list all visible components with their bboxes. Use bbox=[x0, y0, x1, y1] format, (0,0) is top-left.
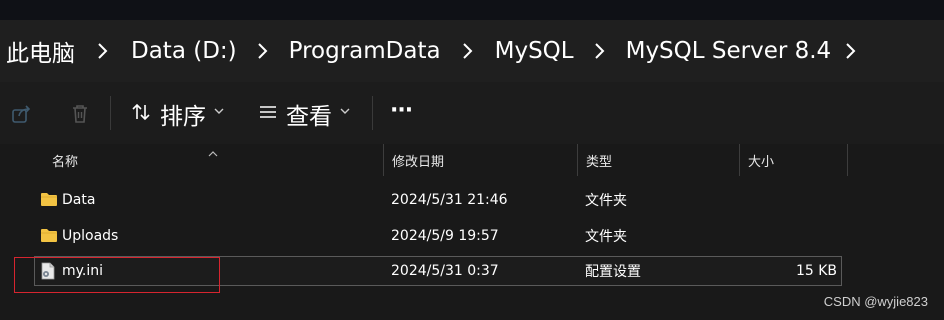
window-top-strip bbox=[0, 0, 944, 20]
chevron-down-icon bbox=[214, 100, 224, 119]
view-list-icon bbox=[258, 102, 278, 126]
more-options-button[interactable]: ··· bbox=[390, 92, 413, 128]
breadcrumb: 此电脑 Data (D:) ProgramData MySQL MySQL Se… bbox=[0, 20, 944, 82]
delete-icon[interactable] bbox=[68, 102, 92, 126]
file-size: 15 KB bbox=[795, 263, 837, 279]
chevron-right-icon[interactable] bbox=[75, 36, 131, 66]
breadcrumb-item-this-pc[interactable]: 此电脑 bbox=[6, 34, 75, 68]
chevron-right-icon[interactable] bbox=[441, 36, 495, 66]
chevron-right-icon[interactable] bbox=[237, 36, 289, 66]
column-header: 名称 修改日期 类型 大小 bbox=[0, 144, 944, 176]
view-button[interactable]: 查看 bbox=[258, 96, 350, 132]
sort-button[interactable]: 排序 bbox=[130, 96, 224, 132]
file-type: 配置设置 bbox=[585, 264, 641, 280]
folder-icon bbox=[40, 227, 58, 245]
breadcrumb-item-mysql[interactable]: MySQL bbox=[495, 38, 574, 64]
view-label: 查看 bbox=[286, 104, 332, 130]
breadcrumb-item-programdata[interactable]: ProgramData bbox=[289, 38, 441, 64]
file-modified: 2024/5/31 21:46 bbox=[391, 192, 508, 208]
chevron-down-icon bbox=[340, 100, 350, 119]
column-header-type[interactable]: 类型 bbox=[578, 144, 740, 176]
file-name: Data bbox=[62, 192, 96, 208]
toolbar-divider bbox=[110, 96, 111, 130]
annotation-highlight-box bbox=[14, 257, 220, 293]
command-bar: 排序 查看 ··· bbox=[0, 82, 944, 144]
breadcrumb-item-mysql-server[interactable]: MySQL Server 8.4 bbox=[626, 38, 832, 64]
file-modified: 2024/5/31 0:37 bbox=[391, 263, 499, 279]
file-type: 文件夹 bbox=[585, 193, 627, 209]
chevron-right-icon[interactable] bbox=[831, 36, 871, 66]
list-item[interactable]: Data 2024/5/31 21:46 文件夹 bbox=[34, 185, 842, 215]
breadcrumb-item-data-drive[interactable]: Data (D:) bbox=[131, 38, 237, 64]
watermark: CSDN @wyjie823 bbox=[823, 294, 928, 309]
column-header-name[interactable]: 名称 bbox=[44, 144, 384, 176]
file-list: 名称 修改日期 类型 大小 Data 2024/5/31 21:46 文件夹 U… bbox=[0, 144, 944, 320]
file-name: Uploads bbox=[62, 228, 119, 244]
column-header-modified[interactable]: 修改日期 bbox=[384, 144, 578, 176]
toolbar-divider bbox=[372, 96, 373, 130]
list-item[interactable]: Uploads 2024/5/9 19:57 文件夹 bbox=[34, 221, 842, 251]
column-header-size[interactable]: 大小 bbox=[740, 144, 848, 176]
file-type: 文件夹 bbox=[585, 229, 627, 245]
sort-label: 排序 bbox=[160, 104, 206, 130]
share-icon[interactable] bbox=[10, 102, 34, 126]
file-modified: 2024/5/9 19:57 bbox=[391, 228, 499, 244]
folder-icon bbox=[40, 191, 58, 209]
chevron-right-icon[interactable] bbox=[574, 36, 626, 66]
sort-icon bbox=[130, 101, 152, 127]
